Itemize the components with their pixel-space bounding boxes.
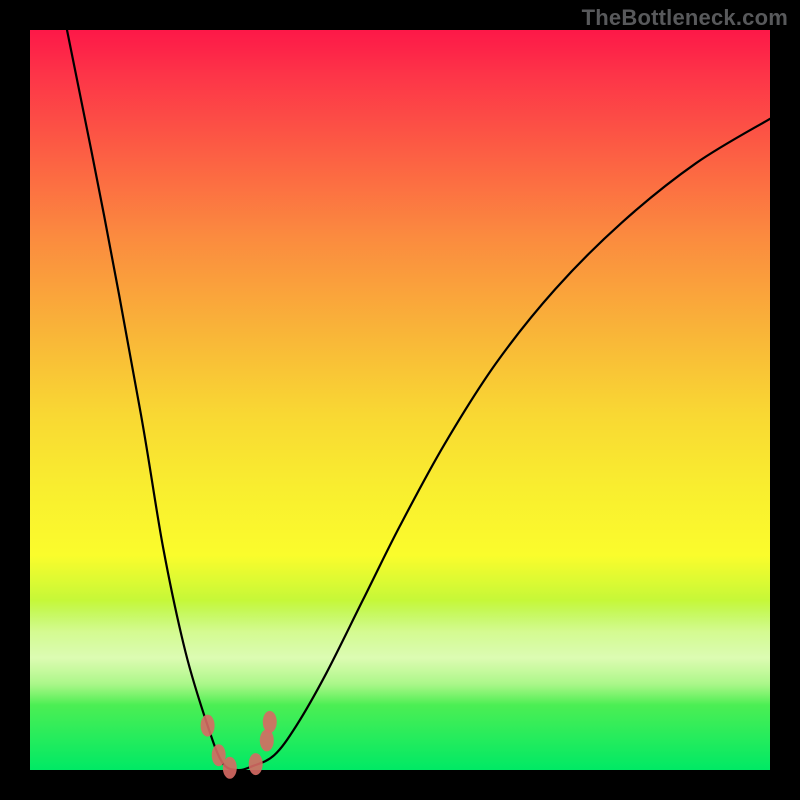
watermark-text: TheBottleneck.com (582, 5, 788, 31)
curve-marker (263, 711, 277, 733)
curve-marker (249, 753, 263, 775)
curve-layer (0, 0, 800, 800)
curve-markers (201, 711, 277, 779)
curve-marker (260, 729, 274, 751)
bottleneck-curve (67, 30, 770, 770)
curve-marker (201, 715, 215, 737)
curve-marker (223, 757, 237, 779)
